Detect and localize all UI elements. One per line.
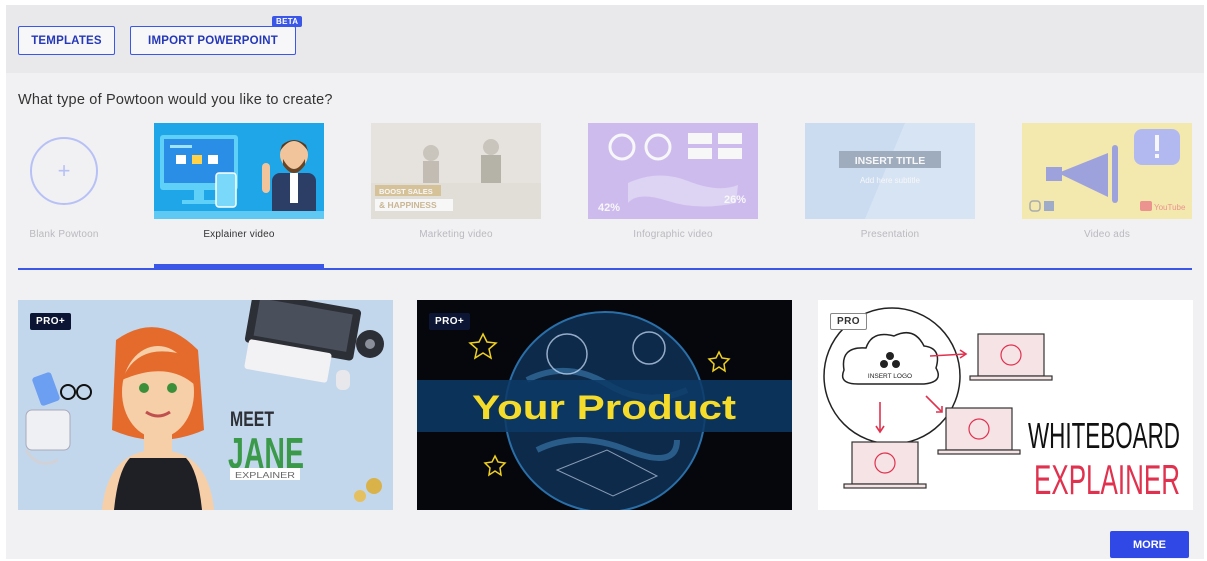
insert-logo-text: INSERT LOGO [868,373,912,380]
marketing-thumb-text-2: & HAPPINESS [379,200,437,210]
create-question-heading: What type of Powtoon would you like to c… [18,92,333,108]
beta-badge: BETA [272,16,303,27]
type-label: Blank Powtoon [29,229,99,240]
whiteboard-illustration: INSERT LOGO WHITEBOARD EXPLAINER [818,300,1193,510]
infographic-thumb-text-2: 26% [724,194,746,206]
page-frame: TEMPLATES IMPORT POWERPOINT BETA What ty… [6,5,1204,559]
plus-icon: + [30,137,98,205]
pro-badge: PRO [830,313,867,330]
type-label: Presentation [860,229,920,240]
more-button[interactable]: MORE [1110,531,1189,558]
explainer-illustration [154,123,324,219]
active-type-indicator [154,264,324,269]
type-label: Marketing video [419,229,493,240]
meet-jane-illustration: MEET JANE EXPLAINER [18,300,393,510]
type-marketing-video[interactable]: BOOST SALES & HAPPINESS Marketing video [371,123,541,251]
your-product-title: Your Product [472,389,736,427]
presentation-thumb-subtitle: Add here subtitle [860,176,921,185]
marketing-thumb: BOOST SALES & HAPPINESS [371,123,541,219]
template-card-whiteboard-explainer[interactable]: PRO INSERT LOGO WHITEBOARD EXPLAINER [818,300,1193,510]
type-presentation[interactable]: INSERT TITLE Add here subtitle Presentat… [805,123,975,251]
meet-jane-line1: MEET [230,408,274,431]
infographic-thumb-text-1: 42% [598,202,620,214]
pro-badge: PRO+ [429,313,471,330]
marketing-thumb-text-1: BOOST SALES [379,187,433,196]
type-label: Explainer video [203,229,275,240]
infographic-thumb: 42% 26% [588,123,758,219]
type-explainer-video[interactable]: Explainer video [154,123,324,251]
pro-badge: PRO+ [30,313,72,330]
type-infographic-video[interactable]: 42% 26% Infographic video [588,123,758,251]
import-powerpoint-button[interactable]: IMPORT POWERPOINT [130,26,296,55]
video-ads-thumb: YouTube [1022,123,1192,219]
presentation-thumb: INSERT TITLE Add here subtitle [805,123,975,219]
video-ads-thumb-text: YouTube [1154,203,1186,212]
explainer-thumb [154,123,324,219]
meet-jane-line3: EXPLAINER [235,470,295,480]
template-card-meet-jane[interactable]: PRO+ MEET JANE EXPLAINER [18,300,393,510]
type-label: Infographic video [633,229,713,240]
type-video-ads[interactable]: YouTube Video ads [1022,123,1192,251]
top-toolbar: TEMPLATES IMPORT POWERPOINT BETA [6,5,1204,73]
presentation-thumb-title: INSERT TITLE [855,155,926,167]
template-card-your-product[interactable]: PRO+ Your Product [417,300,792,510]
whiteboard-line1: WHITEBOARD [1028,415,1180,456]
whiteboard-line2: EXPLAINER [1034,456,1180,503]
type-label: Video ads [1083,229,1131,240]
templates-button[interactable]: TEMPLATES [18,26,115,55]
your-product-illustration: Your Product [417,300,792,510]
